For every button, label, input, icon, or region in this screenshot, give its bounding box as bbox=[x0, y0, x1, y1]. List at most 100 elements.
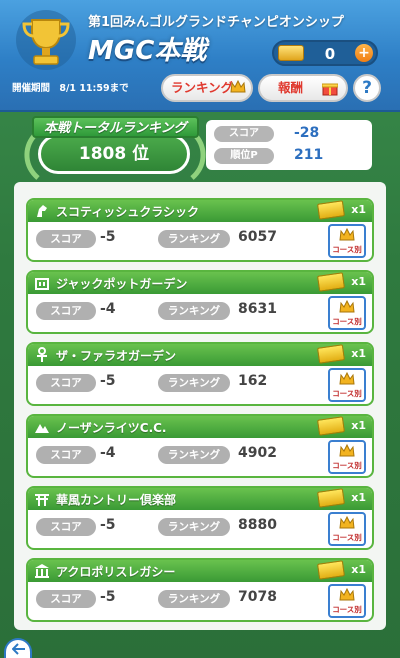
period-value: 8/1 11:59まで bbox=[59, 83, 129, 94]
event-period: 開催期間 8/1 11:59まで bbox=[12, 80, 129, 94]
score-value: -5 bbox=[100, 373, 116, 389]
mountain-icon bbox=[35, 424, 49, 433]
rank-label: ランキング bbox=[158, 518, 230, 536]
total-stats: スコア -28 順位P 211 bbox=[206, 120, 372, 170]
crown-icon bbox=[339, 228, 355, 241]
ticket-count: x1 bbox=[351, 419, 366, 432]
total-points-row: 順位P 211 bbox=[214, 146, 366, 166]
ticket-count: x1 bbox=[351, 275, 366, 288]
course-card-jackpot: ジャックポットガーデン x1 スコア -4 ランキング 8631 コース別 bbox=[26, 270, 374, 334]
course-card-scottish: スコティッシュクラシック x1 スコア -5 ランキング 6057 コース別 bbox=[26, 198, 374, 262]
ticket-icon bbox=[317, 200, 345, 220]
slot-icon bbox=[35, 278, 49, 290]
course-ranking-label: コース別 bbox=[332, 605, 362, 614]
total-score-value: -28 bbox=[294, 125, 320, 141]
course-ranking-label: コース別 bbox=[332, 389, 362, 398]
ranking-button-label: ランキング bbox=[171, 80, 234, 95]
course-ranking-label: コース別 bbox=[332, 533, 362, 542]
rank-value: 8631 bbox=[238, 301, 277, 317]
ticket-icon bbox=[317, 272, 345, 292]
rank-value: 8880 bbox=[238, 517, 277, 533]
rank-label: ランキング bbox=[158, 230, 230, 248]
total-rank-value: 1808 位 bbox=[78, 144, 150, 164]
total-points-label: 順位P bbox=[214, 148, 274, 164]
help-button[interactable]: ? bbox=[353, 74, 381, 102]
score-value: -5 bbox=[100, 229, 116, 245]
course-card-acropolis: アクロポリスレガシー x1 スコア -5 ランキング 7078 コース別 bbox=[26, 558, 374, 622]
course-ranking-button[interactable]: コース別 bbox=[328, 296, 366, 330]
ticket-count: x1 bbox=[351, 203, 366, 216]
course-ranking-label: コース別 bbox=[332, 317, 362, 326]
ticket-icon bbox=[278, 45, 304, 61]
reward-button-label: 報酬 bbox=[278, 80, 304, 95]
course-ranking-button[interactable]: コース別 bbox=[328, 368, 366, 402]
score-value: -4 bbox=[100, 445, 116, 461]
crown-icon bbox=[339, 588, 355, 601]
course-ranking-label: コース別 bbox=[332, 245, 362, 254]
ankh-icon bbox=[37, 347, 47, 362]
course-card-header: ジャックポットガーデン x1 bbox=[28, 272, 372, 294]
course-name: スコティッシュクラシック bbox=[56, 205, 200, 219]
course-card-header: スコティッシュクラシック x1 bbox=[28, 200, 372, 222]
total-score-label: スコア bbox=[214, 126, 274, 142]
horse-icon bbox=[37, 205, 47, 217]
course-ranking-label: コース別 bbox=[332, 461, 362, 470]
crown-icon bbox=[339, 516, 355, 529]
score-value: -4 bbox=[100, 301, 116, 317]
ticket-count: x1 bbox=[351, 347, 366, 360]
crown-icon bbox=[339, 300, 355, 313]
score-label: スコア bbox=[36, 302, 96, 320]
score-label: スコア bbox=[36, 446, 96, 464]
torii-icon bbox=[35, 494, 49, 506]
course-list[interactable]: スコティッシュクラシック x1 スコア -5 ランキング 6057 コース別 ジ… bbox=[14, 182, 386, 630]
total-rank-box: 1808 位 bbox=[38, 134, 190, 174]
add-coin-button[interactable]: + bbox=[355, 44, 373, 62]
rank-label: ランキング bbox=[158, 302, 230, 320]
period-label: 開催期間 bbox=[12, 83, 51, 94]
rank-value: 162 bbox=[238, 373, 268, 389]
score-label: スコア bbox=[36, 590, 96, 608]
course-card-pharaoh: ザ・ファラオガーデン x1 スコア -5 ランキング 162 コース別 bbox=[26, 342, 374, 406]
ticket-icon bbox=[317, 344, 345, 364]
rank-label: ランキング bbox=[158, 446, 230, 464]
ticket-icon bbox=[317, 488, 345, 508]
ticket-count: x1 bbox=[351, 491, 366, 504]
course-ranking-button[interactable]: コース別 bbox=[328, 584, 366, 618]
ticket-icon bbox=[317, 416, 345, 436]
course-card-header: ザ・ファラオガーデン x1 bbox=[28, 344, 372, 366]
score-label: スコア bbox=[36, 374, 96, 392]
total-score-row: スコア -28 bbox=[214, 124, 366, 144]
course-name: ザ・ファラオガーデン bbox=[56, 349, 177, 363]
course-name: アクロポリスレガシー bbox=[56, 565, 176, 579]
course-name: ノーザンライツC.C. bbox=[56, 421, 167, 435]
score-value: -5 bbox=[100, 589, 116, 605]
ranking-button[interactable]: ランキング bbox=[161, 74, 253, 102]
course-name: ジャックポットガーデン bbox=[56, 277, 188, 291]
coin-counter: 0 + bbox=[272, 40, 378, 66]
reward-button[interactable]: 報酬 bbox=[258, 74, 348, 102]
course-ranking-button[interactable]: コース別 bbox=[328, 224, 366, 258]
score-value: -5 bbox=[100, 517, 116, 533]
crown-icon bbox=[339, 444, 355, 457]
course-ranking-button[interactable]: コース別 bbox=[328, 440, 366, 474]
course-card-header: アクロポリスレガシー x1 bbox=[28, 560, 372, 582]
page-title: MGC本戦 bbox=[88, 36, 207, 66]
header-panel: 第1回みんゴルグランドチャンピオンシップ MGC本戦 0 + 開催期間 8/1 … bbox=[0, 0, 400, 112]
crown-icon bbox=[230, 80, 246, 93]
total-ranking-tag: 本戦トータルランキング bbox=[32, 116, 199, 138]
rank-value: 7078 bbox=[238, 589, 277, 605]
rank-value: 6057 bbox=[238, 229, 277, 245]
rank-label: ランキング bbox=[158, 374, 230, 392]
coin-value: 0 bbox=[324, 45, 336, 63]
trophy-icon bbox=[16, 10, 76, 70]
course-name: 華風カントリー倶楽部 bbox=[56, 493, 177, 507]
course-card-header: ノーザンライツC.C. x1 bbox=[28, 416, 372, 438]
rank-label: ランキング bbox=[158, 590, 230, 608]
course-card-northern: ノーザンライツC.C. x1 スコア -4 ランキング 4902 コース別 bbox=[26, 414, 374, 478]
course-ranking-button[interactable]: コース別 bbox=[328, 512, 366, 546]
back-button[interactable] bbox=[4, 638, 32, 658]
course-card-kafu: 華風カントリー倶楽部 x1 スコア -5 ランキング 8880 コース別 bbox=[26, 486, 374, 550]
course-card-header: 華風カントリー倶楽部 x1 bbox=[28, 488, 372, 510]
gift-icon bbox=[322, 83, 338, 96]
crown-icon bbox=[339, 372, 355, 385]
